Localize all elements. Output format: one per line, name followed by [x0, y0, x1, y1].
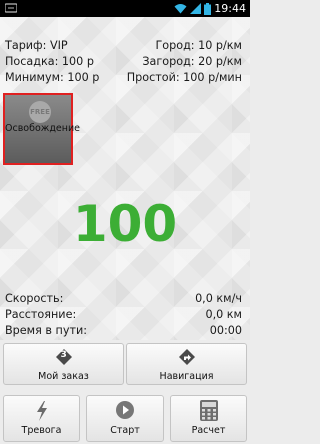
speed-value: 0,0 км/ч — [195, 292, 242, 305]
action-panel: 3 Мой заказ Навигация Тревога Старт Расч… — [0, 340, 250, 444]
speed-label: Скорость: — [5, 292, 64, 305]
time-label: Время в пути: — [5, 324, 88, 337]
idle-rate-label: Простой: 100 р/мин — [126, 71, 242, 84]
city-rate-label: Город: 10 р/км — [155, 39, 242, 52]
notification-icon — [5, 3, 17, 13]
fare-counter: 100 — [72, 195, 178, 253]
landing-row: Посадка: 100 р Загород: 20 р/км — [5, 55, 242, 70]
my-order-label: Мой заказ — [38, 371, 89, 382]
tariff-label: Тариф: VIP — [5, 39, 68, 52]
speed-row: Скорость: 0,0 км/ч — [5, 292, 242, 307]
lightning-icon — [36, 401, 47, 421]
distance-value: 0,0 км — [205, 308, 242, 321]
my-order-button[interactable]: 3 Мой заказ — [3, 343, 124, 385]
minimum-label: Минимум: 100 р — [5, 71, 100, 84]
free-button[interactable]: FREE Освобождение — [3, 93, 80, 165]
distance-row: Расстояние: 0,0 км — [5, 308, 242, 323]
suburb-rate-label: Загород: 20 р/км — [142, 55, 242, 68]
start-button[interactable]: Старт — [86, 395, 164, 442]
navigation-label: Навигация — [159, 371, 214, 382]
wifi-icon — [174, 4, 187, 14]
signal-icon — [190, 3, 202, 14]
alarm-label: Тревога — [21, 425, 62, 436]
taximeter-panel: Тариф: VIP Город: 10 р/км Посадка: 100 р… — [0, 17, 250, 340]
start-label: Старт — [110, 425, 140, 436]
minimum-row: Минимум: 100 р Простой: 100 р/мин — [5, 71, 242, 86]
order-badge: 3 — [60, 350, 67, 360]
free-button-label: Освобождение — [5, 123, 80, 134]
navigation-button[interactable]: Навигация — [126, 343, 247, 385]
payment-label: Расчет — [191, 425, 226, 436]
calculator-icon — [199, 400, 218, 421]
landing-label: Посадка: 100 р — [5, 55, 94, 68]
tariff-row: Тариф: VIP Город: 10 р/км — [5, 39, 242, 54]
free-icon: FREE — [29, 101, 51, 123]
payment-button[interactable]: Расчет — [170, 395, 247, 442]
status-clock: 19:44 — [214, 2, 246, 15]
play-icon — [116, 401, 134, 419]
status-bar: 19:44 — [0, 0, 250, 17]
alarm-button[interactable]: Тревога — [3, 395, 80, 442]
navigation-icon — [178, 349, 195, 365]
time-row: Время в пути: 00:00 — [5, 324, 242, 339]
distance-label: Расстояние: — [5, 308, 77, 321]
battery-icon — [204, 2, 212, 15]
time-value: 00:00 — [209, 324, 242, 337]
